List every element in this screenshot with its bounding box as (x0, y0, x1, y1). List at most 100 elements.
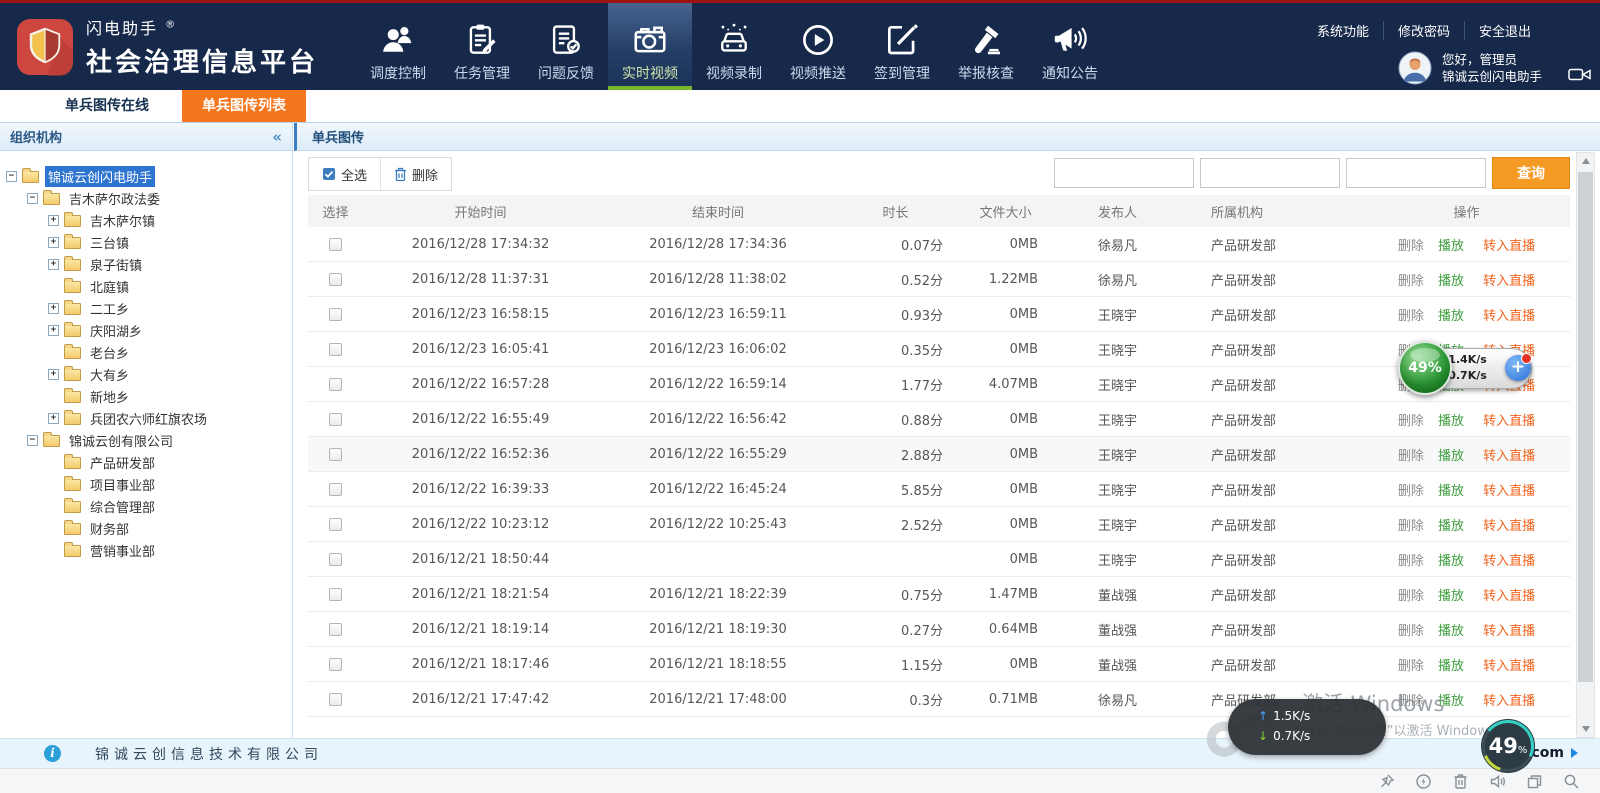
tree-node-label[interactable]: 北庭镇 (87, 276, 132, 297)
row-play-link[interactable]: 播放 (1438, 624, 1464, 639)
tree-node-label[interactable]: 产品研发部 (87, 452, 158, 473)
tree-node[interactable]: 综合管理部 (0, 495, 292, 517)
header-link[interactable]: 系统功能 (1303, 21, 1383, 40)
header-link[interactable]: 修改密码 (1383, 21, 1464, 40)
tree-node-label[interactable]: 吉木萨尔镇 (87, 210, 158, 231)
row-checkbox[interactable] (329, 693, 342, 706)
tree-node-label[interactable]: 老台乡 (87, 342, 132, 363)
tree-node[interactable]: 吉木萨尔镇 (0, 209, 292, 231)
nav-item[interactable]: 视频推送 (776, 3, 860, 90)
row-to-live-link[interactable]: 转入直播 (1483, 519, 1535, 534)
accelerate-plus-button[interactable]: + (1505, 355, 1531, 381)
row-to-live-link[interactable]: 转入直播 (1483, 309, 1535, 324)
tab[interactable]: 单兵图传列表 (182, 90, 306, 122)
row-checkbox[interactable] (329, 518, 342, 531)
row-delete-link[interactable]: 删除 (1398, 554, 1424, 569)
nav-item[interactable]: 通知公告 (1028, 3, 1112, 90)
row-play-link[interactable]: 播放 (1438, 239, 1464, 254)
tree-node-label[interactable]: 综合管理部 (87, 496, 158, 517)
tree-expander-icon[interactable] (27, 193, 38, 204)
query-button[interactable]: 查询 (1492, 157, 1570, 189)
tree-node[interactable]: 项目事业部 (0, 473, 292, 495)
nav-item[interactable]: 任务管理 (440, 3, 524, 90)
tree-node[interactable]: 二工乡 (0, 297, 292, 319)
row-play-link[interactable]: 播放 (1438, 309, 1464, 324)
tree-node[interactable]: 锦诚云创闪电助手 (0, 165, 292, 187)
row-play-link[interactable]: 播放 (1438, 484, 1464, 499)
row-checkbox[interactable] (329, 588, 342, 601)
nav-item[interactable]: 视频录制 (692, 3, 776, 90)
row-to-live-link[interactable]: 转入直播 (1483, 554, 1535, 569)
tree-expander-icon[interactable] (48, 369, 59, 380)
row-delete-link[interactable]: 删除 (1398, 659, 1424, 674)
tree-node-label[interactable]: 营销事业部 (87, 540, 158, 561)
vertical-scrollbar[interactable] (1576, 152, 1595, 738)
row-delete-link[interactable]: 删除 (1398, 519, 1424, 534)
memory-percent-ball[interactable]: 49% (1398, 341, 1452, 395)
tree-node[interactable]: 庆阳湖乡 (0, 319, 292, 341)
row-delete-link[interactable]: 删除 (1398, 694, 1424, 709)
tree-node[interactable]: 产品研发部 (0, 451, 292, 473)
row-delete-link[interactable]: 删除 (1398, 589, 1424, 604)
tree-expander-icon[interactable] (27, 435, 38, 446)
row-to-live-link[interactable]: 转入直播 (1483, 589, 1535, 604)
tree-node[interactable]: 大有乡 (0, 363, 292, 385)
row-to-live-link[interactable]: 转入直播 (1483, 659, 1535, 674)
tree-expander-icon[interactable] (48, 237, 59, 248)
tree-node[interactable]: 新地乡 (0, 385, 292, 407)
row-checkbox[interactable] (329, 273, 342, 286)
row-checkbox[interactable] (329, 343, 342, 356)
nav-item[interactable]: 实时视频 (608, 3, 692, 90)
row-play-link[interactable]: 播放 (1438, 554, 1464, 569)
tree-expander-icon[interactable] (48, 325, 59, 336)
search-input-1[interactable] (1054, 158, 1194, 188)
row-to-live-link[interactable]: 转入直播 (1483, 694, 1535, 709)
row-play-link[interactable]: 播放 (1438, 274, 1464, 289)
row-checkbox[interactable] (329, 553, 342, 566)
nav-item[interactable]: 问题反馈 (524, 3, 608, 90)
row-play-link[interactable]: 播放 (1438, 694, 1464, 709)
row-play-link[interactable]: 播放 (1438, 519, 1464, 534)
row-to-live-link[interactable]: 转入直播 (1483, 239, 1535, 254)
tab[interactable]: 单兵图传在线 (45, 90, 169, 122)
tree-expander-icon[interactable] (48, 215, 59, 226)
tree-node[interactable]: 营销事业部 (0, 539, 292, 561)
tree-node-label[interactable]: 锦诚云创有限公司 (66, 430, 176, 451)
row-checkbox[interactable] (329, 413, 342, 426)
percent-gauge-widget[interactable]: 49% (1479, 717, 1537, 775)
scrollbar-thumb[interactable] (1578, 172, 1593, 682)
row-checkbox[interactable] (329, 378, 342, 391)
tree-expander-icon[interactable] (48, 413, 59, 424)
tree-node-label[interactable]: 兵团农六师红旗农场 (87, 408, 210, 429)
nav-item[interactable]: 举报核查 (944, 3, 1028, 90)
row-to-live-link[interactable]: 转入直播 (1483, 274, 1535, 289)
row-checkbox[interactable] (329, 238, 342, 251)
search-input-3[interactable] (1346, 158, 1486, 188)
row-play-link[interactable]: 播放 (1438, 414, 1464, 429)
tree-node-label[interactable]: 大有乡 (87, 364, 132, 385)
row-checkbox[interactable] (329, 483, 342, 496)
collapse-sidebar-icon[interactable]: « (272, 128, 282, 146)
tree-node-label[interactable]: 庆阳湖乡 (87, 320, 145, 341)
row-delete-link[interactable]: 删除 (1398, 449, 1424, 464)
row-play-link[interactable]: 播放 (1438, 589, 1464, 604)
tree-node[interactable]: 锦诚云创有限公司 (0, 429, 292, 451)
tree-node-label[interactable]: 吉木萨尔政法委 (66, 188, 163, 209)
tree-expander-icon[interactable] (6, 171, 17, 182)
tree-node[interactable]: 吉木萨尔政法委 (0, 187, 292, 209)
row-delete-link[interactable]: 删除 (1398, 274, 1424, 289)
tree-node-label[interactable]: 新地乡 (87, 386, 132, 407)
trash-icon[interactable] (1442, 771, 1479, 792)
search-input-2[interactable] (1200, 158, 1340, 188)
select-all-button[interactable]: 全选 (309, 158, 380, 190)
row-checkbox[interactable] (329, 448, 342, 461)
scroll-up-icon[interactable] (1577, 153, 1594, 169)
tree-node-label[interactable]: 泉子街镇 (87, 254, 145, 275)
row-checkbox[interactable] (329, 623, 342, 636)
nav-item[interactable]: 调度控制 (356, 3, 440, 90)
tree-node-label[interactable]: 财务部 (87, 518, 132, 539)
row-to-live-link[interactable]: 转入直播 (1483, 484, 1535, 499)
row-delete-link[interactable]: 删除 (1398, 239, 1424, 254)
row-play-link[interactable]: 播放 (1438, 449, 1464, 464)
delete-button[interactable]: 删除 (380, 158, 451, 190)
